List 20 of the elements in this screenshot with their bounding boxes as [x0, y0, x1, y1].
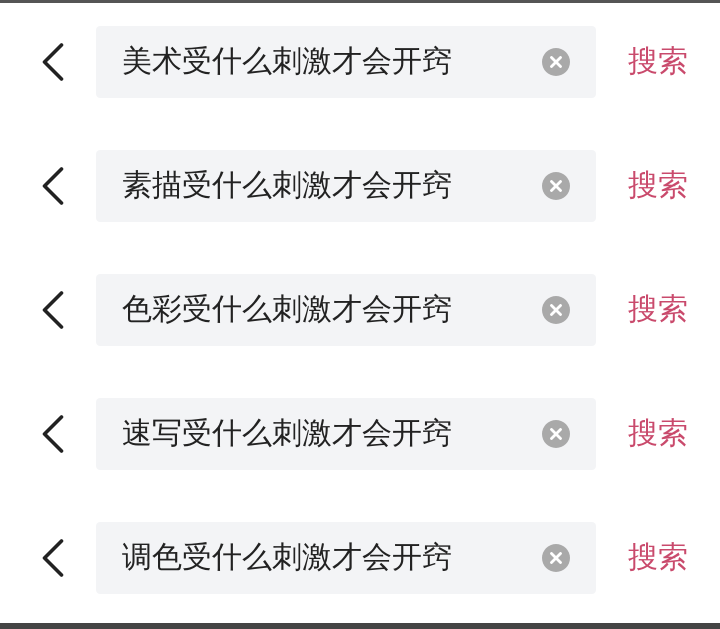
search-field[interactable]: 调色受什么刺激才会开窍 [96, 522, 596, 594]
search-query-text: 美术受什么刺激才会开窍 [122, 44, 453, 80]
search-button[interactable]: 搜索 [628, 292, 688, 328]
search-query-text: 素描受什么刺激才会开窍 [122, 168, 453, 204]
search-button[interactable]: 搜索 [628, 44, 688, 80]
search-query-text: 调色受什么刺激才会开窍 [122, 540, 453, 576]
search-field[interactable]: 素描受什么刺激才会开窍 [96, 150, 596, 222]
chevron-left-icon[interactable] [42, 539, 64, 577]
search-field[interactable]: 美术受什么刺激才会开窍 [96, 26, 596, 98]
search-button[interactable]: 搜索 [628, 416, 688, 452]
search-field[interactable]: 速写受什么刺激才会开窍 [96, 398, 596, 470]
search-field[interactable]: 色彩受什么刺激才会开窍 [96, 274, 596, 346]
chevron-left-icon[interactable] [42, 291, 64, 329]
search-query-text: 速写受什么刺激才会开窍 [122, 416, 453, 452]
search-button[interactable]: 搜索 [628, 168, 688, 204]
chevron-left-icon[interactable] [42, 167, 64, 205]
chevron-left-icon[interactable] [42, 43, 64, 81]
search-button[interactable]: 搜索 [628, 540, 688, 576]
chevron-left-icon[interactable] [42, 415, 64, 453]
search-query-text: 色彩受什么刺激才会开窍 [122, 292, 453, 328]
